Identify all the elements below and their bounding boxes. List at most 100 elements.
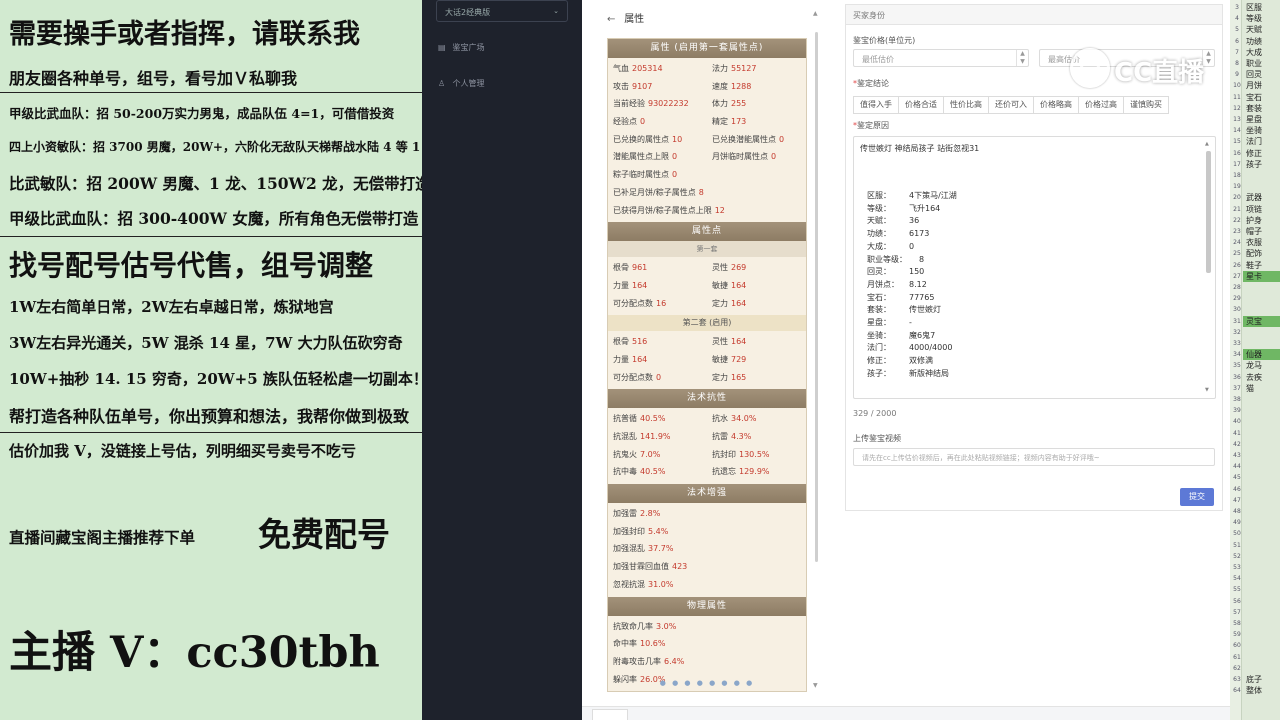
- stat-cell: 加强混乱 37.7%: [608, 540, 806, 558]
- section-title: 属性 (启用第一套属性点): [608, 39, 806, 58]
- bottom-button[interactable]: [592, 709, 628, 720]
- stat-cell: 气血 205314: [608, 60, 707, 78]
- sidebar-item-personal[interactable]: ♙ 个人管理: [438, 78, 485, 89]
- stat-cell: 已兑换潜能属性点 0: [707, 131, 806, 149]
- reason-row: 区服： 4下策马/江湖: [867, 190, 957, 201]
- back-arrow-icon[interactable]: ←: [607, 14, 621, 25]
- conclusion-option[interactable]: 价格合适: [898, 96, 944, 114]
- sidebar-item-plaza[interactable]: ▤ 鉴宝广场: [438, 42, 485, 53]
- stat-label: 抗鬼火: [613, 449, 637, 459]
- section-title: 属性点: [608, 222, 806, 242]
- conclusion-option[interactable]: 价格略高: [1033, 96, 1079, 114]
- reason-key: 回灵：: [867, 267, 891, 277]
- submit-button[interactable]: 提交: [1180, 488, 1214, 506]
- scroll-up-icon[interactable]: ▲: [813, 10, 818, 17]
- cell-text: 武器: [1246, 193, 1262, 203]
- conclusion-option[interactable]: 值得入手: [853, 96, 899, 114]
- cell-text: 坐骑: [1246, 126, 1262, 136]
- reason-value: 6173: [909, 229, 930, 239]
- stat-cell: 体力 255: [707, 95, 806, 113]
- textarea-scrollbar[interactable]: ▲ ▼: [1205, 141, 1212, 393]
- sidebar-item-label: 个人管理: [452, 79, 485, 88]
- stat-value: 2.8%: [640, 509, 661, 519]
- reason-value: 36: [909, 216, 920, 226]
- stat-label: 已兑换潜能属性点: [712, 134, 776, 144]
- stat-value: 0: [656, 372, 662, 382]
- point-set-2: 根骨 516 灵性 164 力量 164 敏捷 729 可分配点数 0 定力 165: [608, 331, 806, 389]
- banner-line: 3W左右异光通关，5W 混杀 14 星，7W 大力队伍砍穷奇: [9, 334, 403, 352]
- row-number: 40: [1233, 418, 1241, 426]
- stat-label: 抗遗忘: [712, 467, 736, 477]
- reason-key: 月饼点：: [867, 279, 899, 289]
- cell-text: 星卡: [1246, 271, 1262, 281]
- stat-value: 423: [672, 562, 688, 572]
- stepper-icon[interactable]: ▲ ▼: [1016, 50, 1028, 66]
- stat-cell: 抗致命几率 3.0%: [608, 618, 806, 636]
- stat-value: 130.5%: [739, 449, 770, 459]
- scroll-up-icon[interactable]: ▲: [1205, 141, 1209, 147]
- stat-value: 129.9%: [739, 467, 770, 477]
- cell-text: 天赋: [1246, 25, 1262, 35]
- banner-line: 找号配号估号代售，组号调整: [9, 249, 374, 282]
- video-link-input[interactable]: 请先在cc上传估价视频后，再在此处粘贴视频链接；视频内容有助于好评哦~: [853, 448, 1215, 466]
- stat-cell: 攻击 9107: [608, 78, 707, 96]
- pager-dots[interactable]: ● ● ● ● ● ● ● ●: [608, 679, 806, 687]
- version-select[interactable]: 大话2经典版 ⌄: [436, 0, 568, 22]
- stat-value: 164: [731, 280, 747, 290]
- stat-cell: 定力 164: [707, 295, 806, 313]
- stat-cell: 灵性 269: [707, 259, 806, 277]
- stat-cell: 经验点 0: [608, 113, 707, 131]
- conclusion-option[interactable]: 价格过高: [1078, 96, 1124, 114]
- row-number: 43: [1233, 452, 1241, 459]
- conclusion-option[interactable]: 性价比高: [943, 96, 989, 114]
- stat-cell: 抗鬼火 7.0%: [608, 446, 707, 464]
- cell-text: 龙马: [1246, 361, 1262, 371]
- stat-label: 根骨: [613, 263, 629, 273]
- row-number: 39: [1233, 407, 1241, 415]
- stat-label: 当前经验: [613, 99, 645, 109]
- stat-cell: 潜能属性点上限 0: [608, 148, 707, 166]
- stat-value: 5.4%: [648, 526, 669, 536]
- stat-label: 已获得月饼/粽子属性点上限: [613, 205, 712, 215]
- point-set-1: 根骨 961 灵性 269 力量 164 敏捷 164 可分配点数 16 定力 164: [608, 257, 806, 315]
- scrollbar-thumb[interactable]: [815, 32, 818, 562]
- stat-cell: 抗混乱 141.9%: [608, 428, 707, 446]
- reason-value: 8.12: [909, 279, 927, 289]
- conclusion-option[interactable]: 还价可入: [988, 96, 1034, 114]
- stat-value: 164: [632, 354, 648, 364]
- stat-label: 法力: [712, 64, 728, 73]
- video-link-placeholder: 请先在cc上传估价视频后，再在此处粘贴视频链接；视频内容有助于好评哦~: [862, 454, 1100, 462]
- cell-text: 宝石: [1246, 92, 1262, 102]
- row-number: 5: [1235, 26, 1239, 34]
- stat-value: 34.0%: [731, 414, 757, 424]
- stat-label: 命中率: [613, 639, 637, 649]
- stat-cell: 抗封印 130.5%: [707, 446, 806, 464]
- subsection-title: 第一套: [608, 241, 806, 258]
- banner-divider: [0, 236, 422, 237]
- stat-value: 269: [731, 263, 747, 273]
- reason-value: 魔6鬼7: [909, 330, 936, 340]
- stat-value: 10.6%: [640, 639, 666, 649]
- row-number: 8: [1235, 60, 1239, 67]
- stat-label: 经验点: [613, 117, 637, 127]
- stat-label: 抗中毒: [613, 467, 637, 477]
- min-price-input[interactable]: 最低估价 ▲ ▼: [853, 49, 1029, 67]
- stat-value: 961: [632, 263, 648, 273]
- stat-value: 205314: [632, 64, 663, 73]
- row-number: 25: [1233, 250, 1241, 258]
- scrollbar-thumb[interactable]: [1206, 151, 1211, 273]
- reason-key: 等级：: [867, 203, 891, 213]
- scroll-down-icon[interactable]: ▼: [813, 682, 818, 689]
- conclusion-option[interactable]: 谨慎购买: [1123, 96, 1169, 114]
- reason-key: 孩子：: [867, 368, 891, 378]
- panel-scrollbar[interactable]: ▲ ▼: [813, 10, 821, 690]
- row-number: 12: [1233, 104, 1241, 112]
- reason-row: 职业等级： 8: [867, 254, 924, 265]
- reason-textarea[interactable]: 传世嫉灯 神结局孩子 站街忽视31 区服： 4下策马/江湖 等级： 飞升164 天赋： 3…: [853, 136, 1216, 399]
- row-number: 37: [1233, 384, 1241, 392]
- scroll-down-icon[interactable]: ▼: [1205, 387, 1209, 393]
- row-number: 32: [1233, 328, 1241, 336]
- row-number: 42: [1233, 440, 1241, 448]
- stat-value: 0: [672, 152, 678, 162]
- cell-text: 职业: [1246, 59, 1262, 68]
